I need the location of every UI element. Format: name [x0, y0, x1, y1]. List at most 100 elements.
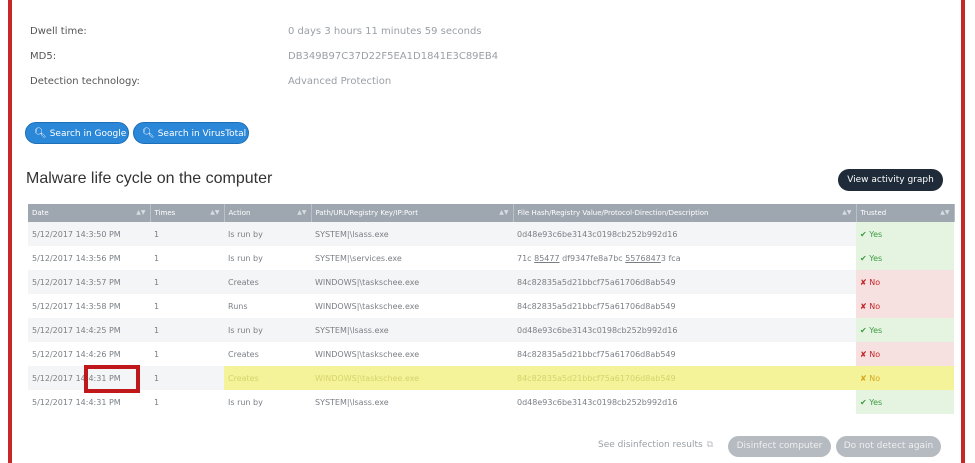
sort-icon[interactable]: ▲▼ [210, 209, 219, 216]
date-cell: 5/12/2017 14:3:50 PM [28, 222, 150, 246]
hash-part: 71c [517, 253, 535, 263]
trusted-cell: ✘ No [856, 342, 954, 366]
table-header-row: Date ▲▼ Times ▲▼ Action ▲▼ Path/URL/Registr… [28, 204, 955, 222]
column-header-action[interactable]: Action ▲▼ [224, 204, 312, 222]
detection-detail-panel: Dwell time: 0 days 3 hours 11 minutes 59… [14, 0, 959, 463]
path-cell: SYSTEM|\services.exe [311, 246, 513, 270]
column-header-trusted[interactable]: Trusted ▲▼ [856, 204, 955, 222]
view-activity-graph-button[interactable]: View activity graph [838, 169, 943, 191]
lifecycle-title: Malware life cycle on the computer [26, 170, 273, 187]
date-cell: 5/12/2017 14:3:58 PM [28, 294, 150, 318]
date-cell: 5/12/2017 14:3:56 PM [28, 246, 150, 270]
times-cell: 1 [150, 390, 224, 414]
trusted-cell: ✔ Yes [856, 318, 954, 342]
table-row-highlighted[interactable]: 5/12/2017 14:4:31 PM 1 Creates WINDOWS|\… [28, 366, 954, 390]
check-icon: ✔ [860, 325, 870, 335]
hash-cell: 0d48e93c6be3143c0198cb252b992d16 [513, 222, 856, 246]
column-header-path[interactable]: Path/URL/Registry Key/IP:Port ▲▼ [311, 204, 514, 222]
check-icon: ✔ [860, 229, 870, 239]
timestamp-highlight-box [84, 365, 140, 393]
lifecycle-table: Date ▲▼ Times ▲▼ Action ▲▼ Path/URL/Registr… [28, 204, 955, 414]
cross-icon: ✘ [860, 301, 870, 311]
sort-icon[interactable]: ▲▼ [136, 209, 145, 216]
column-header-hash[interactable]: File Hash/Registry Value/Protocol-Direct… [513, 204, 857, 222]
frame-border-left [8, 0, 12, 463]
path-cell: WINDOWS|\taskschee.exe [311, 342, 513, 366]
column-label: Trusted [860, 209, 887, 217]
trusted-value: No [869, 373, 881, 383]
hash-part: 3 fca [660, 253, 681, 263]
check-icon: ✔ [860, 253, 870, 263]
action-cell: Creates [224, 270, 311, 294]
search-virustotal-label: Search in VirusTotal [157, 129, 247, 139]
table-row[interactable]: 5/12/2017 14:3:56 PM 1 Is run by SYSTEM|… [28, 246, 954, 270]
path-cell: SYSTEM|\lsass.exe [311, 318, 513, 342]
table-row[interactable]: 5/12/2017 14:4:25 PM 1 Is run by SYSTEM|… [28, 318, 954, 342]
action-cell: Is run by [224, 222, 311, 246]
column-header-date[interactable]: Date ▲▼ [28, 204, 151, 222]
trusted-cell: ✘ No [856, 366, 954, 390]
external-link-icon: ⧉ [706, 440, 714, 450]
see-disinfection-results-link[interactable]: See disinfection results ⧉ [598, 440, 713, 450]
search-google-button[interactable]: 🔍︎ Search in Google [25, 122, 129, 144]
times-cell: 1 [150, 366, 224, 390]
column-label: Times [154, 209, 176, 217]
hash-cell: 84c82835a5d21bbcf75a61706d8ab549 [513, 294, 856, 318]
times-cell: 1 [150, 318, 224, 342]
trusted-cell: ✔ Yes [856, 222, 954, 246]
date-cell: 5/12/2017 14:4:25 PM [28, 318, 150, 342]
trusted-value: Yes [869, 229, 883, 239]
path-cell: WINDOWS|\taskschee.exe [311, 294, 513, 318]
action-cell: Creates [224, 342, 311, 366]
md5-value: DB349B97C37D22F5EA1D1841E3C89EB4 [288, 51, 499, 62]
times-cell: 1 [150, 270, 224, 294]
table-row[interactable]: 5/12/2017 14:4:31 PM 1 Is run by SYSTEM|… [28, 390, 954, 414]
trusted-value: No [869, 349, 881, 359]
column-label: Action [228, 209, 251, 217]
times-cell: 1 [150, 222, 224, 246]
times-cell: 1 [150, 294, 224, 318]
table-row[interactable]: 5/12/2017 14:3:50 PM 1 Is run by SYSTEM|… [28, 222, 954, 246]
dwell-time-value: 0 days 3 hours 11 minutes 59 seconds [288, 26, 482, 37]
search-google-label: Search in Google [49, 129, 127, 139]
sort-icon[interactable]: ▲▼ [297, 209, 306, 216]
path-cell: SYSTEM|\lsass.exe [311, 390, 513, 414]
table-row[interactable]: 5/12/2017 14:4:26 PM 1 Creates WINDOWS|\… [28, 342, 954, 366]
column-label: Path/URL/Registry Key/IP:Port [315, 209, 418, 217]
times-cell: 1 [150, 342, 224, 366]
search-icon: 🔍︎ [34, 128, 47, 139]
trusted-cell: ✘ No [856, 294, 954, 318]
action-cell: Is run by [224, 390, 311, 414]
detection-technology-label: Detection technology: [30, 76, 140, 87]
path-cell: WINDOWS|\taskschee.exe [311, 270, 513, 294]
search-icon: 🔍︎ [142, 128, 155, 139]
date-cell: 5/12/2017 14:4:26 PM [28, 342, 150, 366]
column-header-times[interactable]: Times ▲▼ [150, 204, 225, 222]
disinfect-computer-button[interactable]: Disinfect computer [728, 436, 831, 457]
trusted-cell: ✔ Yes [856, 246, 954, 270]
do-not-detect-again-button[interactable]: Do not detect again [836, 436, 941, 457]
search-virustotal-button[interactable]: 🔍︎ Search in VirusTotal [133, 122, 249, 144]
sort-icon[interactable]: ▲▼ [940, 209, 949, 216]
hash-cell: 84c82835a5d21bbcf75a61706d8ab549 [513, 270, 856, 294]
hash-cell: 0d48e93c6be3143c0198cb252b992d16 [513, 390, 856, 414]
hash-cell: 84c82835a5d21bbcf75a61706d8ab549 [513, 366, 856, 390]
trusted-value: No [869, 301, 881, 311]
date-cell: 5/12/2017 14:4:31 PM [28, 390, 150, 414]
trusted-cell: ✔ Yes [856, 390, 954, 414]
trusted-value: Yes [869, 397, 883, 407]
action-cell: Is run by [224, 246, 311, 270]
table-row[interactable]: 5/12/2017 14:3:57 PM 1 Creates WINDOWS|\… [28, 270, 954, 294]
cross-icon: ✘ [860, 373, 870, 383]
sort-icon[interactable]: ▲▼ [499, 209, 508, 216]
hash-part: df9347fe8a7bc [559, 253, 626, 263]
sort-icon[interactable]: ▲▼ [842, 209, 851, 216]
column-label: File Hash/Registry Value/Protocol-Direct… [517, 209, 709, 217]
column-label: Date [32, 209, 49, 217]
hash-link[interactable]: 5576847 [625, 254, 661, 263]
md5-label: MD5: [30, 51, 57, 62]
table-row[interactable]: 5/12/2017 14:3:58 PM 1 Runs WINDOWS|\tas… [28, 294, 954, 318]
path-cell: WINDOWS|\taskschee.exe [311, 366, 513, 390]
times-cell: 1 [150, 246, 224, 270]
hash-link[interactable]: 85477 [534, 254, 559, 263]
